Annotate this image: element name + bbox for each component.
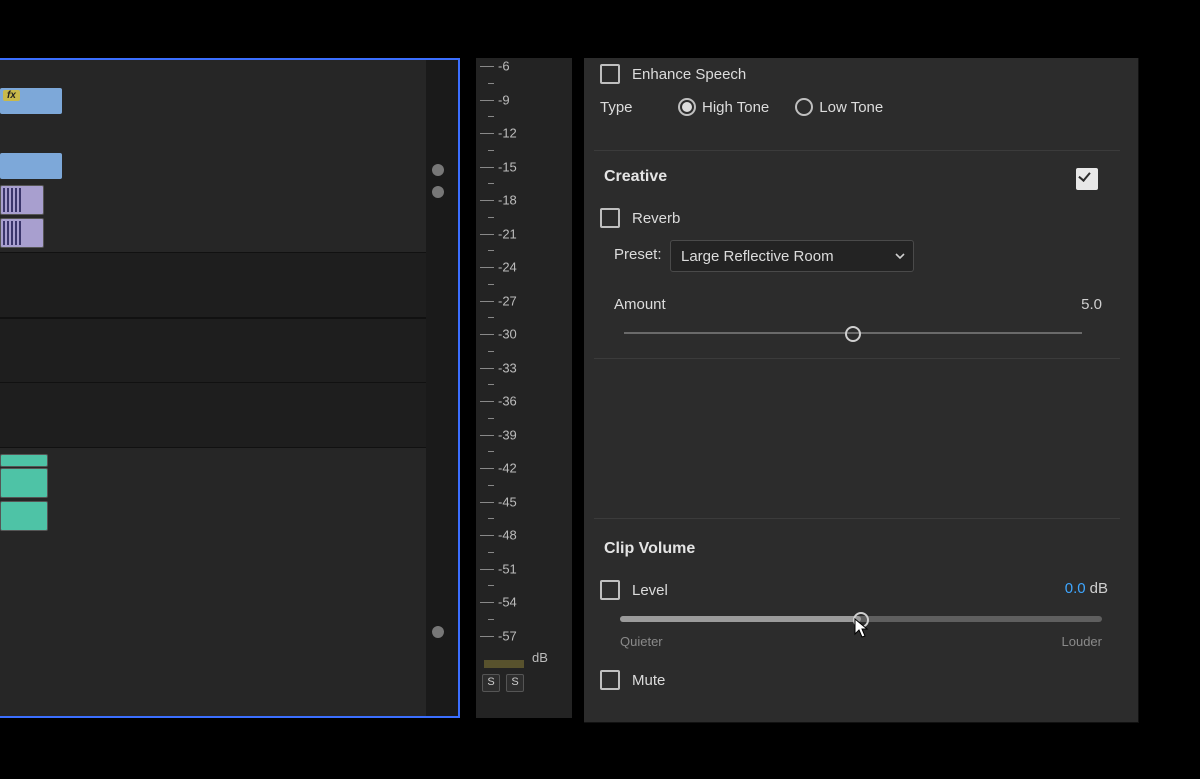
divider [594,518,1120,519]
clip-audio-wave-2[interactable] [0,218,44,248]
amount-value[interactable]: 5.0 [1081,296,1102,313]
preset-label: Preset: [614,246,662,263]
clip-volume-title: Clip Volume [604,540,695,558]
type-radio-high[interactable] [678,98,696,116]
enhance-speech-label: Enhance Speech [632,66,746,83]
amount-slider[interactable] [624,324,1082,342]
meter-tick-label: -51 [498,561,517,576]
clip-audio-green-top[interactable] [0,454,48,467]
type-option-low[interactable]: Low Tone [819,99,883,116]
meter-tick-label: -18 [498,193,517,208]
meter-tick-label: -6 [498,59,510,74]
amount-label: Amount [614,296,666,313]
keyframe-dot[interactable] [432,626,444,638]
meter-tick-label: -21 [498,226,517,241]
meter-level-bar [484,660,524,668]
meter-tick-label: -9 [498,92,510,107]
fx-badge: fx [3,90,20,101]
mute-label: Mute [632,672,665,689]
clip-audio-green-2[interactable] [0,501,48,531]
amount-slider-thumb[interactable] [845,326,861,342]
creative-section-checkbox[interactable] [1076,168,1098,190]
type-option-high[interactable]: High Tone [702,99,769,116]
track-lane[interactable] [0,318,426,384]
meter-tick-label: -30 [498,327,517,342]
meter-tick-label: -15 [498,159,517,174]
track-lane[interactable] [0,252,426,318]
enhance-speech-checkbox[interactable] [600,64,620,84]
level-hint-louder: Louder [1062,634,1102,649]
meter-tick-label: -54 [498,595,517,610]
meter-tick-label: -33 [498,360,517,375]
timeline-scrollbar[interactable] [426,60,450,716]
keyframe-dot[interactable] [432,164,444,176]
level-checkbox[interactable] [600,580,620,600]
reverb-label: Reverb [632,210,680,227]
meter-tick-label: -42 [498,461,517,476]
clip-audio-green-1[interactable] [0,468,48,498]
level-hint-quieter: Quieter [620,634,663,649]
meter-scale: -6 -9 -12 -15 -18 -21 -24 -27 -30 -33 -36 -39 -42 -45… [480,58,536,674]
type-radio-low[interactable] [795,98,813,116]
keyframe-dot[interactable] [432,186,444,198]
preset-dropdown[interactable]: Large Reflective Room [670,240,914,272]
track-lane[interactable] [0,382,426,448]
meter-tick-label: -27 [498,293,517,308]
reverb-checkbox[interactable] [600,208,620,228]
essential-sound-panel: Enhance Speech Type High Tone Low Tone C… [584,58,1139,723]
audio-meter: -6 -9 -12 -15 -18 -21 -24 -27 -30 -33 -36 -39 -42 -45… [476,58,572,718]
divider [594,358,1120,359]
solo-button-left[interactable]: S [482,674,500,692]
preset-value: Large Reflective Room [681,248,834,265]
creative-section-title: Creative [604,168,667,186]
level-label: Level [632,582,668,599]
clip-video-fx[interactable]: fx [0,88,62,114]
clip-audio-wave-1[interactable] [0,185,44,215]
meter-tick-label: -48 [498,528,517,543]
clip-video[interactable] [0,153,62,179]
level-value[interactable]: 0.0dB [1065,580,1108,597]
mute-checkbox[interactable] [600,670,620,690]
divider [594,150,1120,151]
timeline-tracks[interactable]: fx [0,60,426,716]
meter-tick-label: -39 [498,427,517,442]
chevron-down-icon [895,251,905,261]
meter-tick-label: -57 [498,628,517,643]
type-label: Type [600,99,678,116]
meter-tick-label: -36 [498,394,517,409]
timeline-panel: fx [0,58,460,718]
solo-button-right[interactable]: S [506,674,524,692]
level-slider[interactable] [620,610,1102,628]
meter-tick-label: -12 [498,126,517,141]
meter-unit: dB [532,650,548,665]
level-slider-thumb[interactable] [853,612,869,628]
meter-tick-label: -45 [498,494,517,509]
meter-tick-label: -24 [498,260,517,275]
